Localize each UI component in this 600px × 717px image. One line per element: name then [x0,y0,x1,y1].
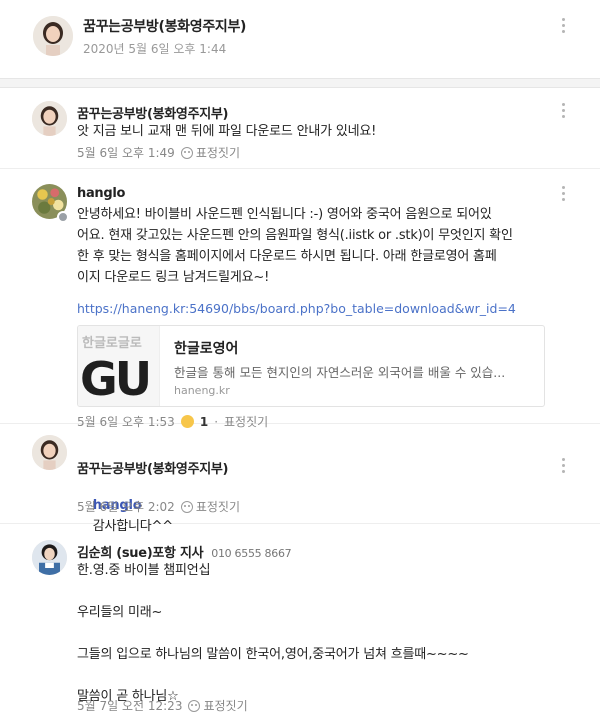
preview-title: 한글로영어 [174,341,239,357]
react-label: 표정짓기 [195,500,240,514]
author-avatar[interactable] [33,16,73,56]
post-more-options-icon[interactable] [560,18,566,36]
commenter-avatar[interactable] [32,435,67,470]
react-label: 표정짓기 [195,146,240,160]
smiley-icon [180,146,193,159]
comment-author[interactable]: hanglo [77,186,125,201]
post-author-name[interactable]: 꿈꾸는공부방(봉화영주지부) [83,16,246,36]
comment-author[interactable]: 김순희 (sue)포항 지사 [77,546,204,561]
comment-item: 꿈꾸는공부방(봉화영주지부) 앗 지금 보니 교재 맨 뒤에 파일 다운로드 안… [0,89,600,169]
author-phone: 010 6555 8667 [211,547,292,560]
smiley-icon [188,699,201,712]
comment-time: 5월 7일 오전 12:23 [77,699,183,713]
comment-meta: 5월 6일 오후 1:49 표정짓기 [77,144,240,161]
comment-meta: 5월 7일 오전 12:23 표정짓기 [77,697,248,714]
download-link[interactable]: https://haneng.kr:54690/bbs/board.php?bo… [77,301,516,316]
link-preview-card[interactable]: 한글로글로 GU 한글로영어 한글을 통해 모든 현지인의 자연스러운 외국어를… [77,325,545,407]
section-divider [0,78,600,88]
react-button[interactable]: 표정짓기 [180,498,240,515]
avatar-portrait-icon [32,101,67,136]
comment-author-row: 김순희 (sue)포항 지사 010 6555 8667 [77,542,292,561]
admin-badge-icon [57,211,69,223]
comment-item: 꿈꾸는공부방(봉화영주지부) hanglo 감사합니다^^ 5월 6일 오후 2… [0,424,600,534]
comment-author[interactable]: 꿈꾸는공부방(봉화영주지부) [77,103,229,122]
comment-text: 앗 지금 보니 교재 맨 뒤에 파일 다운로드 안내가 있네요! [77,124,377,139]
comment-item: 김순희 (sue)포항 지사 010 6555 8667 한.영.중 바이블 챔피… [0,524,600,717]
comment-time: 5월 6일 오후 2:02 [77,500,175,514]
avatar-portrait-icon [32,435,67,470]
thumbnail-text: 한글로글로 [82,336,142,351]
smiley-icon [180,500,193,513]
preview-description: 한글을 통해 모든 현지인의 자연스러운 외국어를 배울 수 있습... [174,365,506,380]
preview-domain: haneng.kr [174,384,230,397]
more-options-icon[interactable] [560,458,566,476]
avatar-photo-icon [32,540,67,575]
react-button[interactable]: 표정짓기 [188,697,248,714]
more-options-icon[interactable] [560,103,566,121]
comment-text: 한.영.중 바이블 챔피언십 우리들의 미래~ 그들의 입으로 하나님의 말씀이… [77,563,469,704]
comment-item: hanglo 안녕하세요! 바이블비 사운드펜 인식됩니다 :-) 영어와 중국… [0,169,600,429]
react-label: 표정짓기 [203,699,248,713]
commenter-avatar[interactable] [32,101,67,136]
commenter-avatar[interactable] [32,540,67,575]
post-header: 꿈꾸는공부방(봉화영주지부) 2020년 5월 6일 오후 1:44 [0,0,600,78]
react-button[interactable]: 표정짓기 [180,144,240,161]
more-options-icon[interactable] [560,186,566,204]
comment-text: 안녕하세요! 바이블비 사운드펜 인식됩니다 :-) 영어와 중국어 음원으로 … [77,207,513,285]
post-date: 2020년 5월 6일 오후 1:44 [83,42,227,56]
comment-time: 5월 6일 오후 1:49 [77,146,175,160]
thumbnail-logo: GU [80,352,152,406]
preview-thumbnail: 한글로글로 GU [78,326,160,406]
avatar-portrait-icon [33,16,73,56]
comment-meta: 5월 6일 오후 2:02 표정짓기 [77,498,240,515]
